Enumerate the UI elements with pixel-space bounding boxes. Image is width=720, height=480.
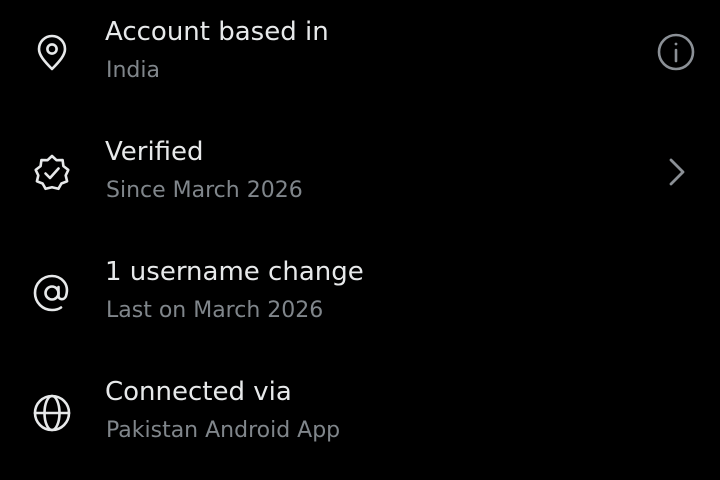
verified-row[interactable]: Verified Since March 2026 <box>0 120 720 240</box>
row-subtitle: India <box>106 58 160 83</box>
chevron-right-icon[interactable] <box>654 150 698 194</box>
globe-icon <box>30 391 74 435</box>
account-based-in-row[interactable]: Account based in India <box>0 0 720 120</box>
row-title: Account based in <box>105 17 329 47</box>
row-title: Verified <box>105 137 204 167</box>
at-sign-icon <box>30 271 74 315</box>
verified-badge-icon <box>30 151 74 195</box>
row-title: Connected via <box>105 377 292 407</box>
info-icon[interactable] <box>654 30 698 74</box>
row-subtitle: Since March 2026 <box>106 178 303 203</box>
account-info-list: Account based in India Verified Since Ma… <box>0 0 720 463</box>
row-title: 1 username change <box>105 257 364 287</box>
row-subtitle: Last on March 2026 <box>106 298 324 323</box>
connected-via-row[interactable]: Connected via Pakistan Android App <box>0 360 720 480</box>
row-subtitle: Pakistan Android App <box>106 418 341 443</box>
username-change-row[interactable]: 1 username change Last on March 2026 <box>0 240 720 360</box>
location-pin-icon <box>30 31 74 75</box>
